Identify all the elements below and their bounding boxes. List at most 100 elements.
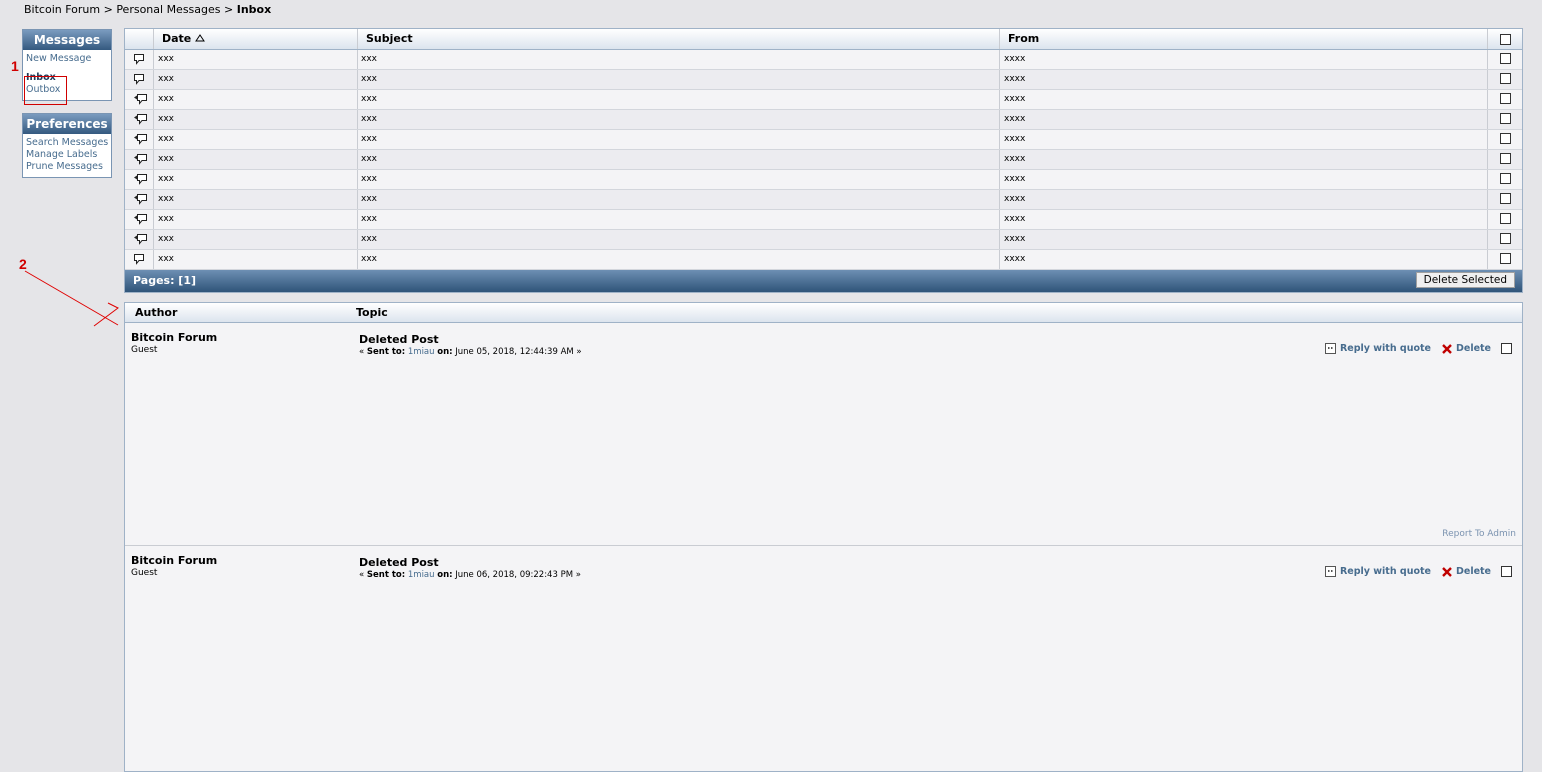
post-author[interactable]: Bitcoin Forum — [131, 554, 217, 567]
row-from-link[interactable]: xxxx — [1004, 234, 1025, 244]
post-select-checkbox[interactable] — [1501, 566, 1512, 577]
recipient-link[interactable]: 1miau — [408, 347, 435, 357]
row-subject-link[interactable]: xxx — [361, 234, 377, 244]
row-select-checkbox[interactable] — [1499, 73, 1511, 84]
table-row[interactable]: xxx xxx xxxx — [125, 190, 1522, 210]
breadcrumb-pm-link[interactable]: Personal Messages — [116, 3, 220, 16]
post-title: Deleted Post — [359, 556, 439, 569]
row-subject-link[interactable]: xxx — [361, 154, 377, 164]
inbox-table: Date Subject From xxx xxx xxxx xxx xxx xxxx xx… — [124, 28, 1523, 293]
row-subject-link[interactable]: xxx — [361, 174, 377, 184]
row-subject-link[interactable]: xxx — [361, 114, 377, 124]
row-from-link[interactable]: xxxx — [1004, 54, 1025, 64]
row-select-checkbox[interactable] — [1499, 253, 1511, 264]
column-header-from[interactable]: From — [1000, 29, 1488, 49]
row-subject-link[interactable]: xxx — [361, 194, 377, 204]
table-row[interactable]: xxx xxx xxxx — [125, 110, 1522, 130]
delete-link[interactable]: Delete — [1456, 343, 1491, 354]
breadcrumb: Bitcoin Forum > Personal Messages > Inbo… — [24, 3, 271, 16]
row-date: xxx — [154, 250, 358, 269]
sidebar-messages-title: Messages — [23, 30, 111, 50]
row-from-link[interactable]: xxxx — [1004, 154, 1025, 164]
table-row[interactable]: xxx xxx xxxx — [125, 50, 1522, 70]
table-row[interactable]: xxx xxx xxxx — [125, 90, 1522, 110]
row-select-checkbox[interactable] — [1499, 213, 1511, 224]
post-actions: Reply with quote Delete — [1324, 566, 1512, 577]
delete-link[interactable]: Delete — [1456, 566, 1491, 577]
pages-indicator[interactable]: Pages: [1] — [133, 274, 196, 287]
row-date: xxx — [154, 110, 358, 129]
row-from-link[interactable]: xxxx — [1004, 74, 1025, 84]
annotation-highlight-box — [24, 76, 67, 105]
row-select-checkbox[interactable] — [1499, 133, 1511, 144]
row-from-link[interactable]: xxxx — [1004, 94, 1025, 104]
row-date: xxx — [154, 150, 358, 169]
delete-icon — [1441, 343, 1452, 354]
table-row[interactable]: xxx xxx xxxx — [125, 230, 1522, 250]
reply-with-quote-link[interactable]: Reply with quote — [1340, 566, 1431, 577]
row-subject-link[interactable]: xxx — [361, 74, 377, 84]
sort-ascending-icon — [195, 29, 206, 49]
row-subject-link[interactable]: xxx — [361, 94, 377, 104]
row-subject-link[interactable]: xxx — [361, 134, 377, 144]
table-row[interactable]: xxx xxx xxxx — [125, 150, 1522, 170]
row-select-checkbox[interactable] — [1499, 193, 1511, 204]
delete-icon — [1441, 566, 1452, 577]
sidebar-item-new-message[interactable]: New Message — [26, 53, 91, 64]
recipient-link[interactable]: 1miau — [408, 570, 435, 580]
message-icon — [133, 53, 145, 65]
annotation-number-2: 2 — [19, 256, 27, 272]
sidebar-item-prune-messages[interactable]: Prune Messages — [26, 161, 103, 172]
breadcrumb-forum-link[interactable]: Bitcoin Forum — [24, 3, 100, 16]
replied-message-icon — [133, 93, 147, 105]
sidebar-item-search-messages[interactable]: Search Messages — [26, 137, 108, 148]
column-header-date[interactable]: Date — [154, 29, 358, 49]
table-row[interactable]: xxx xxx xxxx — [125, 250, 1522, 270]
replied-message-icon — [133, 173, 147, 185]
replied-message-icon — [133, 233, 147, 245]
post-actions: Reply with quote Delete — [1324, 343, 1512, 354]
sidebar-item-manage-labels[interactable]: Manage Labels — [26, 149, 97, 160]
message-post: Bitcoin Forum Guest Deleted Post « Sent … — [125, 323, 1522, 545]
row-select-checkbox[interactable] — [1499, 53, 1511, 64]
row-subject-link[interactable]: xxx — [361, 214, 377, 224]
inbox-table-header: Date Subject From — [125, 29, 1522, 50]
report-to-admin-link[interactable]: Report To Admin — [1442, 529, 1516, 539]
table-row[interactable]: xxx xxx xxxx — [125, 210, 1522, 230]
row-subject-link[interactable]: xxx — [361, 54, 377, 64]
replied-message-icon — [133, 193, 147, 205]
row-date: xxx — [154, 230, 358, 249]
row-select-checkbox[interactable] — [1499, 173, 1511, 184]
reply-with-quote-link[interactable]: Reply with quote — [1340, 343, 1431, 354]
message-icon — [133, 253, 145, 265]
column-header-subject[interactable]: Subject — [358, 29, 1000, 49]
post-title: Deleted Post — [359, 333, 439, 346]
row-from-link[interactable]: xxxx — [1004, 134, 1025, 144]
row-from-link[interactable]: xxxx — [1004, 194, 1025, 204]
row-from-link[interactable]: xxxx — [1004, 114, 1025, 124]
post-select-checkbox[interactable] — [1501, 343, 1512, 354]
quote-icon — [1324, 566, 1336, 577]
delete-selected-button[interactable]: Delete Selected — [1415, 272, 1515, 288]
message-view: Author Topic Bitcoin Forum Guest Deleted… — [124, 302, 1523, 772]
row-date: xxx — [154, 90, 358, 109]
header-author: Author — [135, 306, 178, 319]
row-from-link[interactable]: xxxx — [1004, 214, 1025, 224]
row-select-checkbox[interactable] — [1499, 153, 1511, 164]
post-author[interactable]: Bitcoin Forum — [131, 331, 217, 344]
table-row[interactable]: xxx xxx xxxx — [125, 130, 1522, 150]
row-from-link[interactable]: xxxx — [1004, 254, 1025, 264]
row-select-checkbox[interactable] — [1499, 233, 1511, 244]
row-subject-link[interactable]: xxx — [361, 254, 377, 264]
row-date: xxx — [154, 70, 358, 89]
row-date: xxx — [154, 190, 358, 209]
row-select-checkbox[interactable] — [1499, 113, 1511, 124]
replied-message-icon — [133, 153, 147, 165]
table-row[interactable]: xxx xxx xxxx — [125, 170, 1522, 190]
row-date: xxx — [154, 130, 358, 149]
select-all-checkbox[interactable] — [1499, 33, 1511, 45]
sidebar-preferences-box: Preferences Search Messages Manage Label… — [22, 113, 112, 178]
table-row[interactable]: xxx xxx xxxx — [125, 70, 1522, 90]
row-from-link[interactable]: xxxx — [1004, 174, 1025, 184]
row-select-checkbox[interactable] — [1499, 93, 1511, 104]
